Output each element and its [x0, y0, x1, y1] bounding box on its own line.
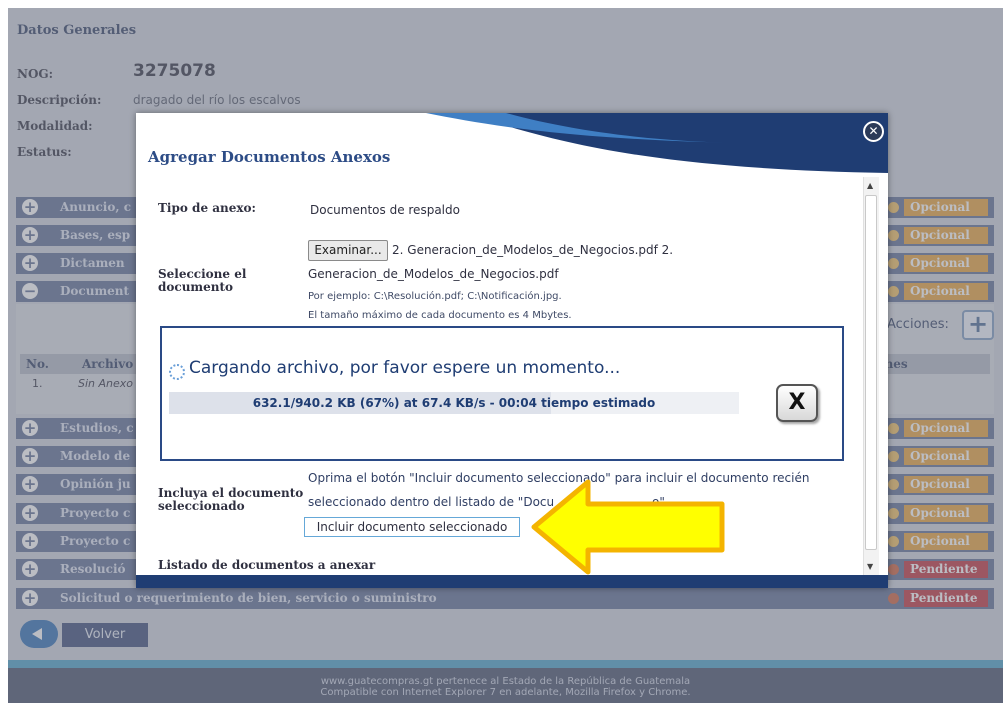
instruction-line-2a: seleccionado dentro del listado de "Docu [308, 495, 555, 509]
spinner-icon [169, 364, 185, 380]
cancel-upload-button[interactable]: X [776, 384, 818, 422]
upload-progress-box: Cargando archivo, por favor espere un mo… [160, 326, 844, 461]
header-swoosh-icon [426, 113, 888, 173]
modal-header: Agregar Documentos Anexos [136, 113, 888, 177]
seleccione-label-2: documento [158, 280, 234, 294]
close-icon[interactable]: ✕ [863, 121, 884, 142]
file-name-line-2: Generacion_de_Modelos_de_Negocios.pdf [308, 267, 559, 281]
modal-scrollbar[interactable]: ▲ ▼ [863, 177, 879, 575]
tipo-anexo-label: Tipo de anexo: [158, 201, 256, 215]
scroll-thumb[interactable] [865, 195, 877, 550]
incluya-label-2: seleccionado [158, 499, 245, 513]
examinar-button[interactable]: Examinar... [308, 240, 388, 261]
incluir-documento-button[interactable]: Incluir documento seleccionado [304, 517, 520, 537]
loading-text: Cargando archivo, por favor espere un mo… [189, 358, 621, 378]
arrow-left-icon [531, 479, 725, 575]
listado-label: Listado de documentos a anexar [158, 558, 376, 572]
progress-text: 632.1/940.2 KB (67%) at 67.4 KB/s - 00:0… [252, 396, 656, 410]
example-text: Por ejemplo: C:\Resolución.pdf; C:\Notif… [308, 291, 562, 302]
scroll-down-icon[interactable]: ▼ [867, 562, 873, 571]
tipo-anexo-value: Documentos de respaldo [310, 203, 460, 217]
max-size-text: El tamaño máximo de cada documento es 4 … [308, 310, 572, 321]
progress-bar: 632.1/940.2 KB (67%) at 67.4 KB/s - 00:0… [169, 392, 739, 414]
scroll-up-icon[interactable]: ▲ [867, 181, 873, 190]
modal-bottom-bar [136, 575, 888, 588]
file-name-line-1: 2. Generacion_de_Modelos_de_Negocios.pdf… [392, 243, 674, 257]
modal-title: Agregar Documentos Anexos [148, 148, 391, 166]
instruction-line-2: seleccionado dentro del listado de "Docu… [308, 495, 669, 509]
agregar-anexos-modal: Agregar Documentos Anexos ✕ ▲ ▼ Tipo de … [136, 113, 888, 588]
